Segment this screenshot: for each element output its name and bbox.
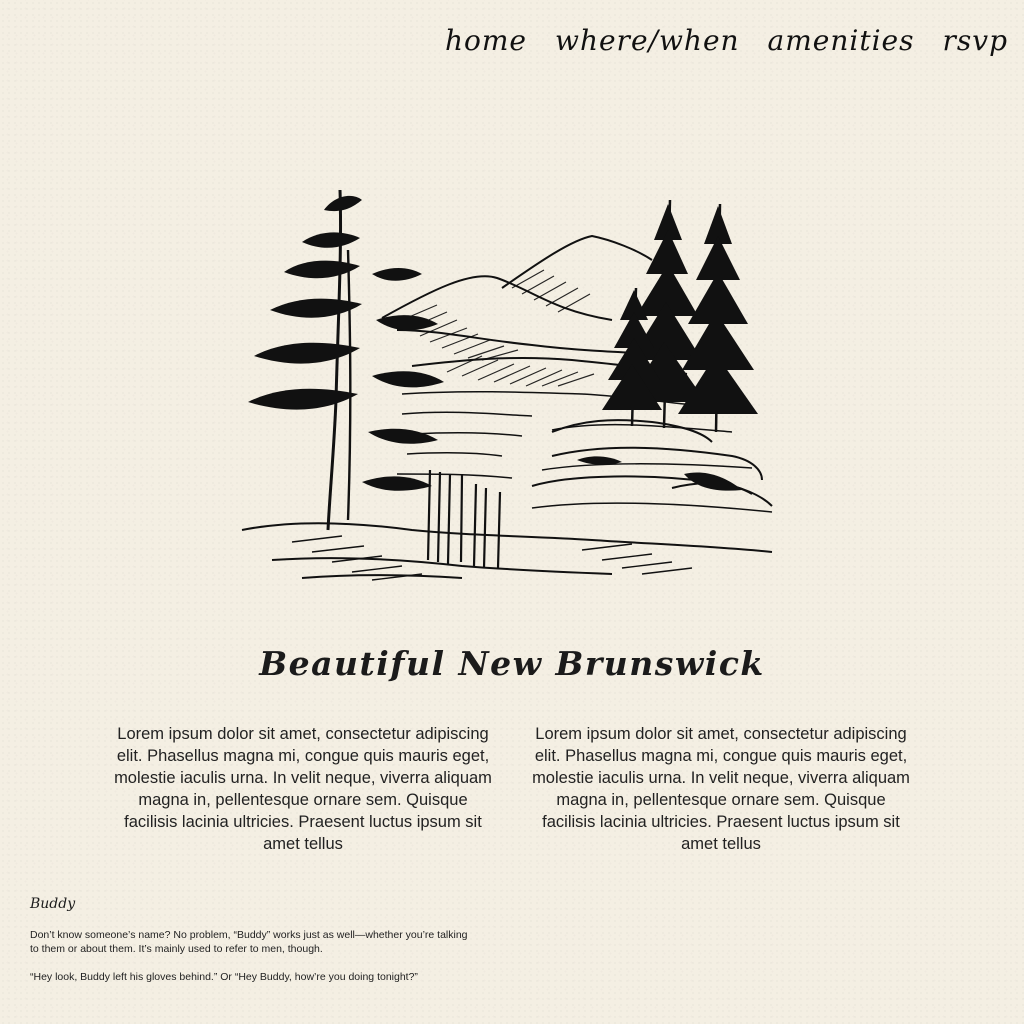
nav-amenities-link[interactable]: amenities (768, 24, 915, 57)
nav-home-link[interactable]: home (445, 24, 527, 57)
buddy-section: Buddy Don’t know someone’s name? No prob… (30, 896, 470, 998)
mountain-hatching (401, 269, 595, 387)
top-nav: home where/when amenities rsvp (445, 24, 1008, 57)
reeds (426, 469, 502, 569)
content-column-left: Lorem ipsum dolor sit amet, consectetur … (114, 724, 492, 853)
nav-where-when-link[interactable]: where/when (555, 24, 740, 57)
left-pine-foliage (248, 195, 444, 491)
content-columns: Lorem ipsum dolor sit amet, consectetur … (112, 706, 912, 871)
content-column-right: Lorem ipsum dolor sit amet, consectetur … (532, 724, 910, 853)
rock-shading (577, 456, 742, 491)
buddy-paragraph-1: Don’t know someone’s name? No problem, “… (30, 929, 468, 955)
buddy-paragraph-2: “Hey look, Buddy left his gloves behind.… (30, 971, 418, 983)
nav-rsvp-link[interactable]: rsvp (943, 24, 1009, 57)
mountain-lake-illustration (241, 189, 773, 581)
buddy-title: Buddy (30, 896, 76, 912)
page-title: Beautiful New Brunswick (259, 644, 765, 684)
rocks (531, 419, 773, 507)
right-pine-foliage (602, 204, 758, 414)
